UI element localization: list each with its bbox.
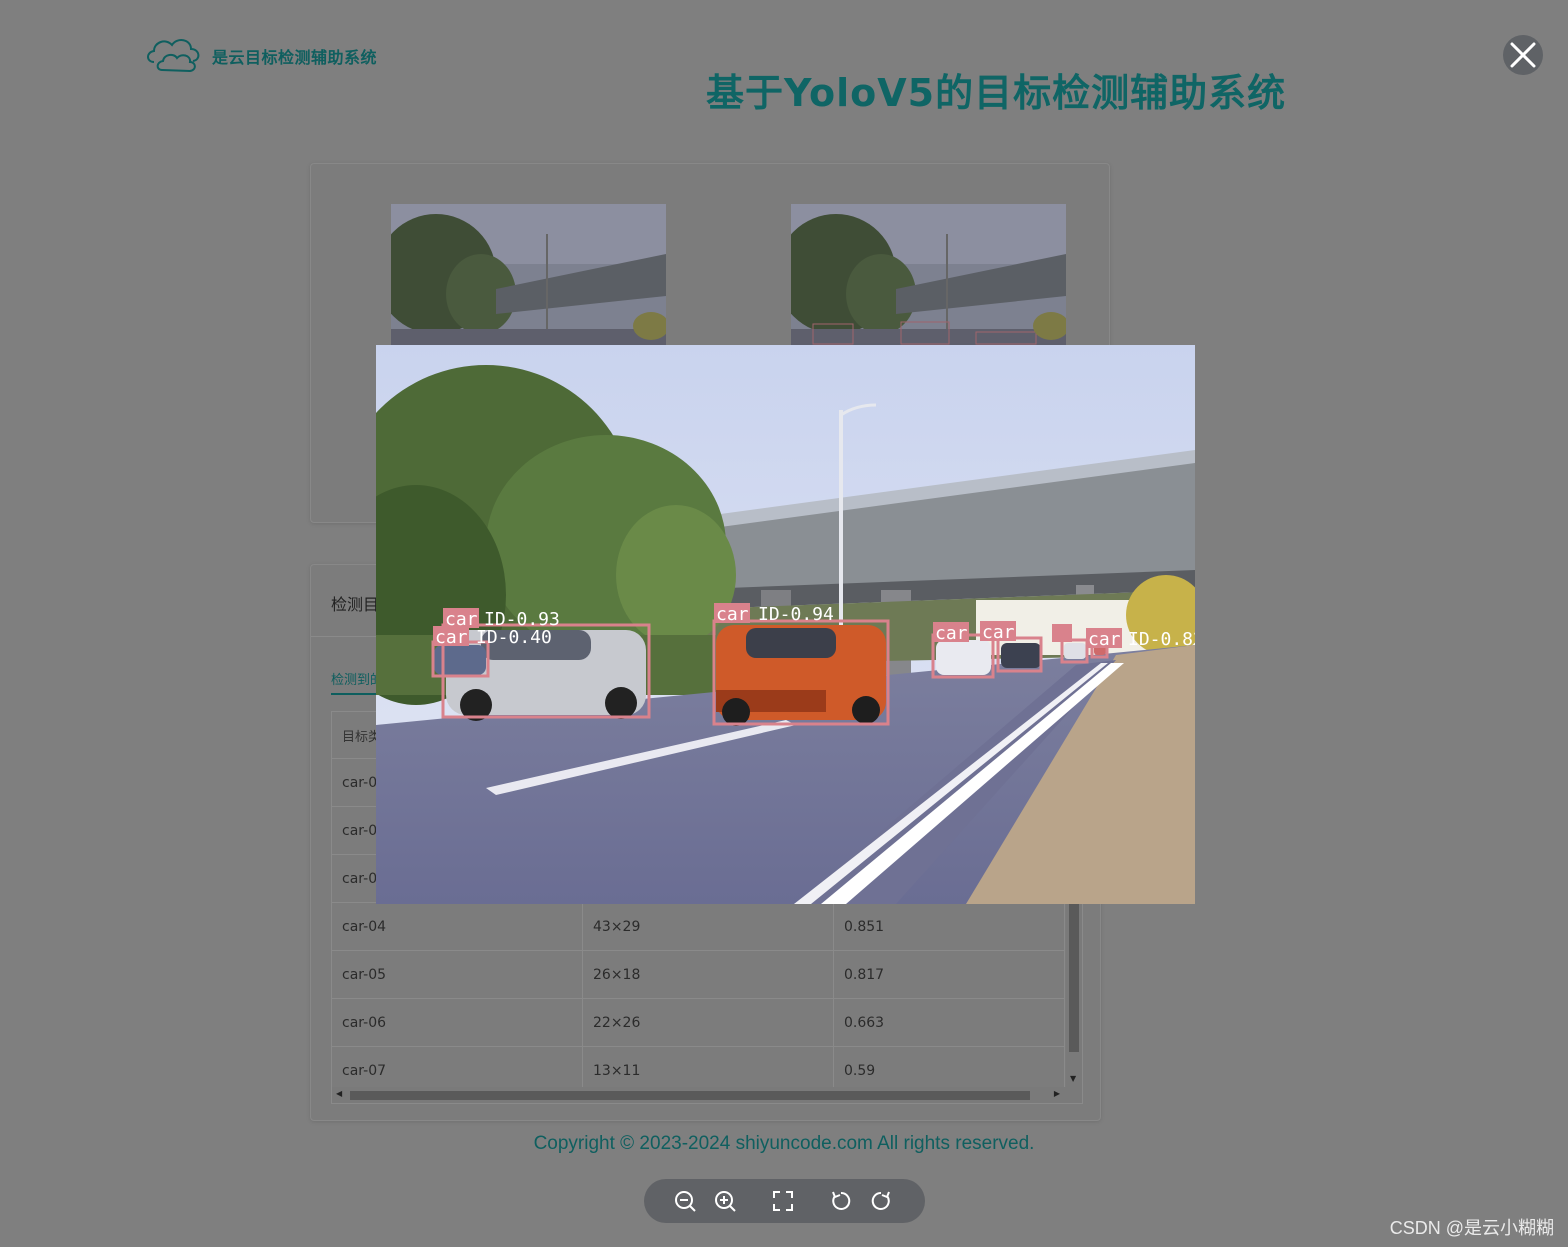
fullscreen-icon (773, 1191, 793, 1211)
table-row[interactable]: car-04 43×29 0.851 (332, 902, 1065, 951)
cell-size: 43×29 (582, 902, 834, 951)
detected-image[interactable] (791, 204, 1066, 346)
viewer-preview-image[interactable]: car ID-0.93 car ID-0.40 car ID-0.94 car … (376, 345, 1195, 904)
close-icon (1510, 42, 1536, 68)
detection-class-label: car (1088, 629, 1121, 650)
scroll-down-arrow-icon[interactable]: ▼ (1070, 1074, 1076, 1083)
detection-class-label: car (935, 623, 968, 644)
zoom-in-button[interactable] (714, 1190, 736, 1212)
zoom-out-button[interactable] (674, 1190, 696, 1212)
rotate-right-button[interactable] (870, 1190, 892, 1212)
detection-score-label: ID-0.82 (1128, 629, 1195, 650)
fullscreen-button[interactable] (772, 1190, 794, 1212)
rotate-left-button[interactable] (830, 1190, 852, 1212)
copyright-text: Copyright © 2023-2024 shiyuncode.com All… (533, 1133, 1035, 1154)
detection-score-label: ID-0.94 (758, 604, 834, 625)
cell-class: car-05 (332, 950, 583, 999)
cell-confidence: 0.851 (833, 902, 1065, 951)
page-title: 基于YoloV5的目标检测辅助系统 (706, 71, 1287, 115)
zoom-in-icon (715, 1191, 736, 1212)
scroll-right-arrow-icon[interactable]: ▶ (1054, 1089, 1060, 1098)
cell-size: 22×26 (582, 998, 834, 1047)
detection-class-label: car (435, 627, 468, 648)
rotate-left-icon (832, 1191, 851, 1210)
app-logo[interactable]: 是云目标检测辅助系统 (144, 32, 377, 80)
zoom-out-icon (675, 1191, 696, 1212)
scroll-left-arrow-icon[interactable]: ◀ (336, 1089, 342, 1098)
viewer-toolbar (644, 1179, 925, 1223)
tab-active-indicator (331, 693, 379, 695)
viewer-close-button[interactable] (1503, 35, 1543, 75)
table-row[interactable]: car-05 26×18 0.817 (332, 950, 1065, 999)
detection-score-label: ID-0.40 (476, 627, 552, 648)
cell-class: car-04 (332, 902, 583, 951)
table-horizontal-scrollbar[interactable]: ◀ ▶ (332, 1087, 1082, 1103)
detection-result-image: car ID-0.93 car ID-0.40 car ID-0.94 car … (376, 345, 1195, 904)
original-image[interactable] (391, 204, 666, 346)
detection-class-label: car (716, 604, 749, 625)
cell-confidence: 0.817 (833, 950, 1065, 999)
horizontal-scroll-thumb[interactable] (350, 1091, 1030, 1100)
results-card-title: 检测目 (331, 595, 380, 614)
detection-class-label: car (982, 622, 1015, 643)
cell-confidence: 0.663 (833, 998, 1065, 1047)
cell-size: 26×18 (582, 950, 834, 999)
rotate-right-icon (871, 1191, 890, 1210)
csdn-watermark: CSDN @是云小糊糊 (1389, 1218, 1554, 1238)
logo-text: 是云目标检测辅助系统 (212, 48, 378, 67)
cloud-logo-icon (147, 39, 200, 73)
table-row[interactable]: car-06 22×26 0.663 (332, 998, 1065, 1047)
cell-class: car-06 (332, 998, 583, 1047)
